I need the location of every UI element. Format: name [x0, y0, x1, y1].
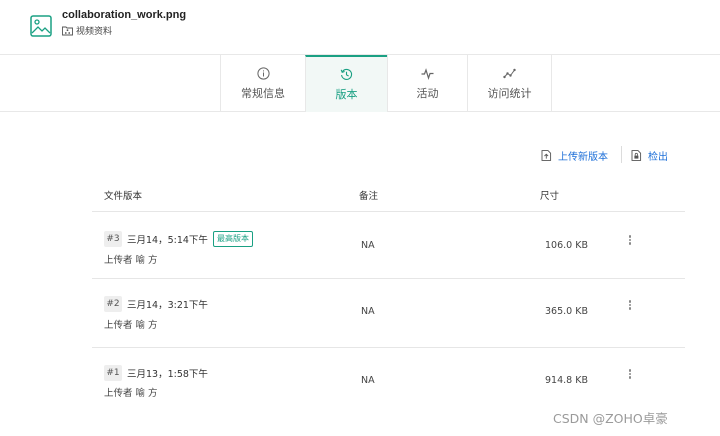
- checkout-label: 检出: [648, 151, 668, 163]
- tab-versions[interactable]: 版本: [305, 55, 387, 112]
- version-history-icon: [340, 68, 353, 80]
- checkout-lock-icon: [631, 149, 642, 161]
- file-header: collaboration_work.png 视频资料: [0, 0, 720, 54]
- tab-activity[interactable]: 活动: [387, 55, 467, 112]
- version-size: 365.0 KB: [545, 306, 588, 317]
- version-size: 914.8 KB: [545, 375, 588, 386]
- uploader-name: 上传者 喻 方: [104, 388, 158, 399]
- version-number-badge: #3: [104, 231, 122, 247]
- checkout-button[interactable]: 检出: [631, 146, 668, 164]
- version-size: 106.0 KB: [545, 240, 588, 251]
- toolbar-divider: [621, 146, 622, 163]
- more-options-icon[interactable]: [626, 299, 634, 313]
- trend-chart-icon: [503, 68, 516, 78]
- folder-location[interactable]: 视频资料: [62, 24, 112, 37]
- shared-folder-icon: [62, 26, 73, 36]
- version-number-badge: #2: [104, 296, 122, 312]
- version-number-badge: #1: [104, 365, 122, 381]
- uploader-name: 上传者 喻 方: [104, 255, 158, 266]
- tab-label: 访问统计: [487, 86, 532, 100]
- version-note: NA: [361, 240, 375, 251]
- version-timestamp: 三月14，3:21下午: [127, 300, 208, 311]
- tab-access-stats[interactable]: 访问统计: [467, 55, 552, 112]
- tabs-bar: 常规信息 版本 活动 访问统计: [0, 54, 720, 112]
- column-header-note: 备注: [359, 191, 379, 202]
- version-row[interactable]: #1 三月13，1:58下午 上传者 喻 方 NA 914.8 KB: [92, 348, 685, 410]
- column-header-size: 尺寸: [540, 191, 560, 202]
- version-timestamp: 三月13，1:58下午: [127, 369, 208, 380]
- upload-file-icon: [541, 149, 552, 161]
- version-row[interactable]: #2 三月14，3:21下午 上传者 喻 方 NA 365.0 KB: [92, 279, 685, 348]
- upload-new-version-button[interactable]: 上传新版本: [541, 146, 608, 164]
- image-file-icon: [30, 15, 52, 37]
- column-header-version: 文件版本: [104, 191, 143, 202]
- csdn-watermark: CSDN @ZOHO卓豪: [553, 411, 668, 426]
- more-options-icon[interactable]: [626, 368, 634, 382]
- file-name: collaboration_work.png: [62, 9, 187, 21]
- folder-name: 视频资料: [76, 27, 113, 37]
- versions-table-header: 文件版本 备注 尺寸: [92, 180, 685, 212]
- tab-label: 版本: [335, 87, 358, 101]
- uploader-name: 上传者 喻 方: [104, 320, 158, 331]
- version-note: NA: [361, 375, 375, 386]
- info-circle-icon: [256, 66, 270, 80]
- latest-version-tag: 最高版本: [213, 231, 253, 247]
- tab-general-info[interactable]: 常规信息: [220, 55, 305, 112]
- activity-pulse-icon: [421, 67, 434, 80]
- more-options-icon[interactable]: [626, 234, 634, 248]
- version-row[interactable]: #3 三月14，5:14下午 最高版本 上传者 喻 方 NA 106.0 KB: [92, 213, 685, 279]
- tab-label: 活动: [416, 86, 439, 100]
- version-timestamp: 三月14，5:14下午: [127, 235, 208, 246]
- upload-new-version-label: 上传新版本: [558, 151, 608, 163]
- version-note: NA: [361, 306, 375, 317]
- tab-label: 常规信息: [241, 86, 285, 100]
